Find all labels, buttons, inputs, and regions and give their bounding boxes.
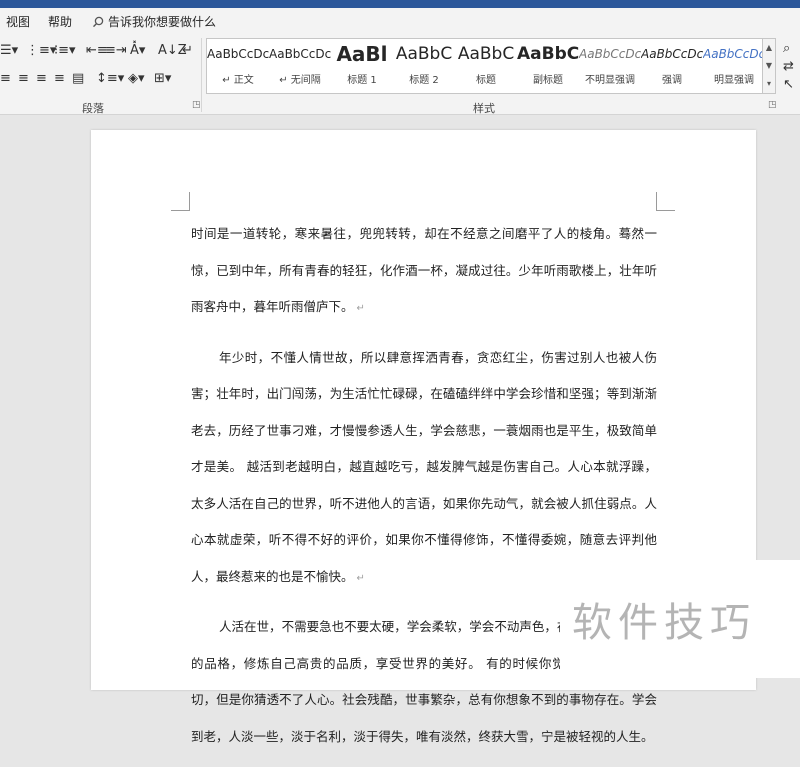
style-name: 强调: [662, 75, 682, 86]
scroll-up-icon[interactable]: ▲: [763, 39, 775, 57]
styles-gallery: AaBbCcDc ↵ 正文 AaBbCcDc ↵ 无间隔 AaBl 标题 1 A…: [206, 38, 763, 94]
style-name: 副标题: [533, 75, 563, 86]
group-divider: [201, 38, 202, 112]
tab-view[interactable]: 视图: [6, 13, 30, 30]
replace-icon[interactable]: ⇄: [783, 60, 794, 74]
borders-icon[interactable]: ⊞▾: [154, 72, 171, 86]
show-marks-icon[interactable]: ↵: [182, 44, 193, 58]
style-preview: AaBbCcDc: [703, 47, 763, 61]
more-styles-icon[interactable]: ▾: [763, 75, 775, 93]
line-spacing-icon[interactable]: ↕≡▾: [96, 72, 124, 86]
tab-help[interactable]: 帮助: [48, 13, 72, 30]
style-preview: AaBbC: [517, 44, 579, 64]
find-icon[interactable]: ⌕: [783, 42, 790, 56]
style-preview: AaBbC: [457, 44, 515, 64]
style-preview: AaBbCcDc: [269, 47, 331, 61]
increase-indent-icon[interactable]: ≡⇥: [105, 44, 127, 58]
style-emphasis[interactable]: AaBbCcDc 强调: [641, 39, 703, 93]
styles-group-label: 样式: [473, 102, 495, 115]
watermark-text: 软件技巧: [572, 600, 756, 646]
margin-corner-top-left: [171, 192, 190, 211]
margin-corner-top-right: [656, 192, 675, 211]
paragraph[interactable]: 时间是一道转轮，寒来暑往，兜兜转转，却在不经意之间磨平了人的棱角。蓦然一惊，已到…: [191, 216, 657, 328]
style-preview: AaBl: [336, 42, 388, 66]
ribbon-tabs: 视图 帮助 告诉我你想要做什么: [0, 8, 800, 34]
multilevel-list-icon[interactable]: ⁝≡▾: [54, 44, 76, 58]
style-heading-2[interactable]: AaBbC 标题 2: [393, 39, 455, 93]
align-left-icon[interactable]: ≡: [0, 72, 11, 86]
style-name: 标题: [476, 75, 496, 86]
style-name: 标题 2: [409, 75, 439, 86]
style-preview: AaBbCcDc: [207, 47, 269, 61]
tell-me-search[interactable]: 告诉我你想要做什么: [92, 13, 216, 30]
styles-launcher-icon[interactable]: ◳: [768, 100, 777, 110]
distributed-icon[interactable]: ▤: [72, 72, 84, 86]
editing-group: ⌕ ⇄ ↖: [778, 34, 800, 114]
paragraph-group-label: 段落: [82, 102, 104, 115]
style-subtle-emphasis[interactable]: AaBbCcDc 不明显强调: [579, 39, 641, 93]
style-heading-1[interactable]: AaBl 标题 1: [331, 39, 393, 93]
style-normal[interactable]: AaBbCcDc ↵ 正文: [207, 39, 269, 93]
paragraph-mark: ↵: [356, 303, 365, 314]
style-name: 标题 1: [347, 75, 377, 86]
paragraph-mark: ↵: [356, 572, 365, 584]
align-right-icon[interactable]: ≡: [36, 72, 47, 86]
style-name: ↵ 无间隔: [279, 75, 321, 86]
style-title[interactable]: AaBbC 标题: [455, 39, 517, 93]
bullets-icon[interactable]: ☰▾: [0, 44, 18, 58]
paragraph-launcher-icon[interactable]: ◳: [192, 100, 201, 110]
tell-me-text: 告诉我你想要做什么: [108, 15, 217, 29]
search-icon: [93, 16, 104, 27]
style-no-spacing[interactable]: AaBbCcDc ↵ 无间隔: [269, 39, 331, 93]
style-intense-emphasis[interactable]: AaBbCcDc 明显强调: [703, 39, 763, 93]
scroll-down-icon[interactable]: ▼: [763, 57, 775, 75]
document-body[interactable]: 时间是一道转轮，寒来暑往，兜兜转转，却在不经意之间磨平了人的棱角。蓦然一惊，已到…: [191, 216, 657, 767]
style-preview: AaBbCcDc: [641, 47, 703, 61]
numbering-icon[interactable]: ⋮≡▾: [26, 44, 56, 58]
paragraph-text: 时间是一道转轮，寒来暑往，兜兜转转，却在不经意之间磨平了人的棱角。蓦然一惊，已到…: [191, 226, 657, 314]
ribbon: ☰▾ ⋮≡▾ ⁝≡▾ ⇤≡ ≡⇥ A̽▾ A↓Z ↵ ≡ ≡ ≡ ≡ ▤ ↕≡▾…: [0, 34, 800, 115]
align-center-icon[interactable]: ≡: [18, 72, 29, 86]
justify-icon[interactable]: ≡: [54, 72, 65, 86]
paragraph-text: 年少时，不懂人情世故，所以肆意挥洒青春，贪恋红尘，伤害过别人也被人伤害；壮年时，…: [191, 349, 657, 584]
shading-icon[interactable]: ◈▾: [128, 72, 145, 86]
title-bar: [0, 0, 800, 8]
style-preview: AaBbCcDc: [579, 47, 641, 61]
asian-layout-icon[interactable]: A̽▾: [130, 44, 145, 58]
select-icon[interactable]: ↖: [783, 78, 794, 92]
style-subtitle[interactable]: AaBbC 副标题: [517, 39, 579, 93]
style-name: ↵ 正文: [222, 75, 254, 86]
paragraph[interactable]: 年少时，不懂人情世故，所以肆意挥洒青春，贪恋红尘，伤害过别人也被人伤害；壮年时，…: [191, 340, 657, 598]
style-name: 明显强调: [714, 75, 754, 86]
style-name: 不明显强调: [585, 75, 635, 86]
styles-scroller: ▲ ▼ ▾: [762, 38, 776, 94]
style-preview: AaBbC: [395, 44, 453, 64]
